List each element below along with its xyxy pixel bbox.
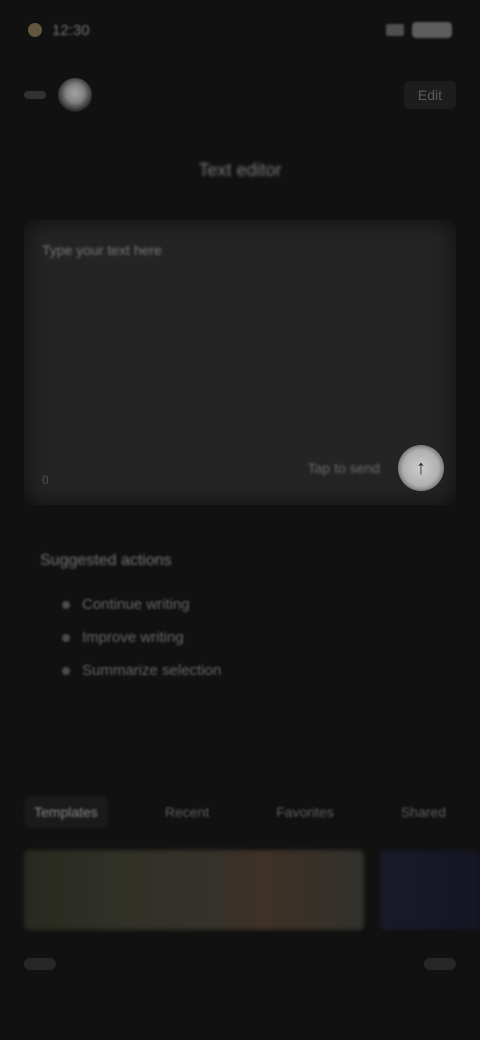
brand	[24, 78, 92, 112]
top-header: Edit	[0, 70, 480, 120]
suggested-actions: Suggested actions Continue writing Impro…	[40, 552, 440, 695]
app-logo-icon[interactable]	[58, 78, 92, 112]
text-input-placeholder: Type your text here	[42, 242, 162, 258]
text-input-area[interactable]	[42, 280, 438, 435]
card-actions: Tap to send ↑	[308, 445, 444, 491]
tab-shared[interactable]: Shared	[391, 796, 456, 828]
edit-button[interactable]: Edit	[403, 81, 456, 109]
media-strip	[0, 850, 480, 930]
status-time: 12:30	[52, 21, 90, 39]
arrow-up-icon: ↑	[416, 456, 426, 479]
bullet-icon	[62, 666, 70, 675]
menu-icon[interactable]	[24, 958, 56, 970]
tab-recent[interactable]: Recent	[155, 796, 219, 828]
text-input-card[interactable]: Type your text here 0 Tap to send ↑	[24, 220, 456, 505]
status-left: 12:30	[28, 22, 90, 39]
tab-templates[interactable]: Templates	[24, 796, 108, 828]
tab-favorites[interactable]: Favorites	[266, 796, 344, 828]
send-hint: Tap to send	[307, 460, 380, 476]
bottom-nav	[0, 942, 480, 986]
option-label: Continue writing	[82, 596, 190, 613]
content-tabs: Templates Recent Favorites Shared	[0, 790, 480, 834]
page-title: Text editor	[198, 160, 282, 180]
notification-dot	[28, 23, 42, 37]
option-label: Summarize selection	[82, 662, 222, 679]
char-count: 0	[42, 473, 49, 487]
option-label: Improve writing	[82, 629, 184, 646]
status-right	[386, 22, 452, 38]
option-item[interactable]: Improve writing	[62, 629, 440, 646]
bullet-icon	[62, 633, 70, 642]
send-button[interactable]: ↑	[398, 445, 444, 491]
status-bar: 12:30	[0, 0, 480, 60]
bullet-icon	[62, 600, 70, 609]
template-thumbnail[interactable]	[380, 850, 480, 930]
signal-icon	[386, 24, 404, 36]
battery-icon	[412, 22, 452, 38]
back-icon[interactable]	[24, 91, 46, 99]
option-item[interactable]: Summarize selection	[62, 662, 440, 679]
option-item[interactable]: Continue writing	[62, 596, 440, 613]
home-icon[interactable]	[424, 958, 456, 970]
template-thumbnail[interactable]	[24, 850, 364, 930]
suggested-actions-title: Suggested actions	[40, 552, 172, 569]
